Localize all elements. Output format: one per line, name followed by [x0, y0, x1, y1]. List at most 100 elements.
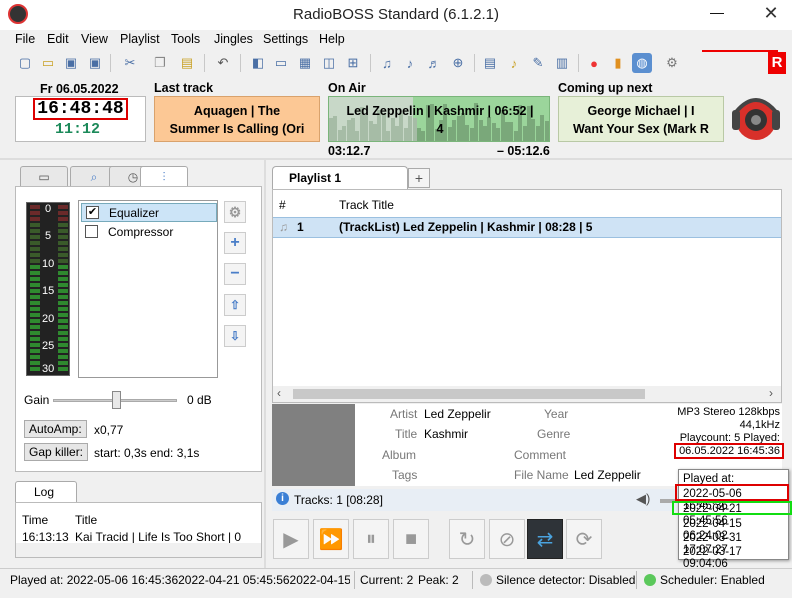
scroll-right-arrow-icon[interactable]: ›: [769, 386, 773, 400]
last-track-box[interactable]: Aquagen | The Summer Is Calling (Ori: [154, 96, 320, 142]
menu-edit[interactable]: Edit: [47, 32, 69, 46]
last-track-line2: Summer Is Calling (Ori: [169, 122, 305, 136]
tab-playlist-1[interactable]: Playlist 1: [272, 166, 408, 190]
jingles-icon[interactable]: ♪: [504, 53, 524, 73]
tab-folder-icon[interactable]: ▭: [20, 166, 68, 187]
scroll-left-arrow-icon[interactable]: ‹: [277, 386, 281, 400]
menu-view[interactable]: View: [81, 32, 108, 46]
equalizer-checkbox[interactable]: ✔: [86, 206, 99, 219]
add-special-icon[interactable]: ⊕: [448, 53, 468, 73]
block-button[interactable]: ⊘: [489, 519, 525, 559]
layout-split-icon[interactable]: ◫: [319, 53, 339, 73]
vu-segment: [30, 301, 40, 305]
scheduler-icon[interactable]: ▤: [480, 53, 500, 73]
layout-top-icon[interactable]: ▭: [271, 53, 291, 73]
vu-segment: [30, 313, 40, 317]
loop-button[interactable]: ⟳: [566, 519, 602, 559]
effect-settings-gear-icon[interactable]: ⚙: [224, 201, 246, 223]
add-folder-icon[interactable]: ♪: [400, 53, 420, 73]
playlist-hscrollbar[interactable]: ‹ ›: [273, 386, 781, 402]
record-icon[interactable]: ●: [584, 53, 604, 73]
effect-compressor[interactable]: Compressor: [81, 222, 217, 241]
stop-button[interactable]: ■: [393, 519, 429, 559]
globe-icon[interactable]: ◍: [632, 53, 652, 73]
vertical-splitter[interactable]: [264, 160, 266, 568]
play-button[interactable]: ▶: [273, 519, 309, 559]
toolbar-separator: [110, 54, 111, 72]
vu-segment: [58, 355, 68, 359]
new-file-icon[interactable]: ▢: [15, 53, 35, 73]
on-air-label: On Air: [328, 81, 366, 95]
add-effect-plus-icon[interactable]: +: [224, 232, 246, 254]
add-track-icon[interactable]: ♫: [377, 53, 397, 73]
menu-help[interactable]: Help: [319, 32, 345, 46]
undo-icon[interactable]: ↶: [213, 53, 233, 73]
row-number: 1: [297, 220, 304, 234]
save-icon[interactable]: ▣: [61, 53, 81, 73]
menu-file[interactable]: File: [15, 32, 35, 46]
on-air-box[interactable]: Led Zeppelin | Kashmir | 06:52 | 4: [328, 96, 550, 142]
vu-segment: [30, 229, 40, 233]
clipboard-icon[interactable]: ▥: [552, 53, 572, 73]
cut-icon[interactable]: ✂: [120, 53, 140, 73]
menu-tools[interactable]: Tools: [171, 32, 200, 46]
col-number[interactable]: #: [279, 198, 286, 212]
add-playlist-tab-button[interactable]: +: [408, 168, 430, 188]
shuffle-button[interactable]: ⇄: [527, 519, 563, 559]
vu-segment: [30, 211, 40, 215]
layout-left-icon[interactable]: ◧: [248, 53, 268, 73]
close-button[interactable]: ✕: [750, 0, 792, 28]
toolbar-separator: [204, 54, 205, 72]
add-url-icon[interactable]: ♬: [424, 53, 444, 73]
stats-icon[interactable]: ▮: [608, 53, 628, 73]
menu-settings[interactable]: Settings: [263, 32, 308, 46]
effect-equalizer[interactable]: ✔ Equalizer: [81, 203, 217, 222]
meter-label: 30: [42, 363, 55, 375]
menu-playlist[interactable]: Playlist: [120, 32, 160, 46]
repeat-button[interactable]: ↻: [449, 519, 485, 559]
move-up-arrow-icon[interactable]: ⇧: [224, 294, 246, 316]
compressor-checkbox[interactable]: [85, 225, 98, 238]
pause-button[interactable]: ⏸: [353, 519, 389, 559]
log-col-title[interactable]: Title: [75, 513, 97, 527]
save-as-icon[interactable]: ▣: [85, 53, 105, 73]
menu-jingles[interactable]: Jingles: [214, 32, 253, 46]
coming-next-box[interactable]: George Michael | I Want Your Sex (Mark R: [558, 96, 724, 142]
layout-grid-icon[interactable]: ▦: [295, 53, 315, 73]
gap-killer-button[interactable]: Gap killer:: [24, 443, 89, 461]
current-time: 16:48:48: [33, 98, 128, 120]
next-button[interactable]: ⏩: [313, 519, 349, 559]
log-col-time[interactable]: Time: [22, 513, 48, 527]
album-cover: [272, 404, 355, 486]
horizontal-splitter[interactable]: [0, 158, 792, 160]
title-bar: RadioBOSS Standard (6.1.2.1) — ✕: [0, 0, 792, 30]
vu-segment: [30, 205, 40, 209]
settings-gear-icon[interactable]: ⚙: [662, 53, 682, 73]
volume-speaker-icon[interactable]: ◀): [636, 491, 650, 507]
copy-icon[interactable]: ❐: [150, 53, 170, 73]
toolbar-separator: [370, 54, 371, 72]
table-row[interactable]: ♫ 1 (TrackList) Led Zeppelin | Kashmir |…: [273, 217, 781, 238]
coming-next-line2: Want Your Sex (Mark R: [573, 122, 709, 136]
log-tab[interactable]: Log: [15, 481, 77, 503]
scheduler-status[interactable]: Scheduler: Enabled: [644, 573, 765, 587]
col-track-title[interactable]: Track Title: [339, 198, 394, 212]
gain-slider-thumb[interactable]: [112, 391, 121, 409]
tab-effects-icon[interactable]: ⫶: [140, 166, 188, 188]
move-down-arrow-icon[interactable]: ⇩: [224, 325, 246, 347]
vu-segment: [58, 367, 68, 371]
silence-detector-status[interactable]: Silence detector: Disabled: [480, 573, 635, 587]
remove-effect-minus-icon[interactable]: −: [224, 263, 246, 285]
log-scrollbar[interactable]: [16, 543, 261, 557]
add-panel-icon[interactable]: ⊞: [343, 53, 363, 73]
minimize-button[interactable]: —: [706, 4, 728, 24]
paste-icon[interactable]: ▤: [177, 53, 197, 73]
toolbar-separator: [474, 54, 475, 72]
annotation-green-box: [672, 501, 792, 515]
scroll-thumb[interactable]: [293, 389, 645, 399]
autoamp-button[interactable]: AutoAmp:: [24, 420, 87, 438]
open-folder-icon[interactable]: ▭: [38, 53, 58, 73]
scheduler-status-icon: [644, 574, 656, 586]
tools-icon[interactable]: ✎: [528, 53, 548, 73]
menu-bar: File Edit View Playlist Tools Jingles Se…: [0, 30, 792, 50]
